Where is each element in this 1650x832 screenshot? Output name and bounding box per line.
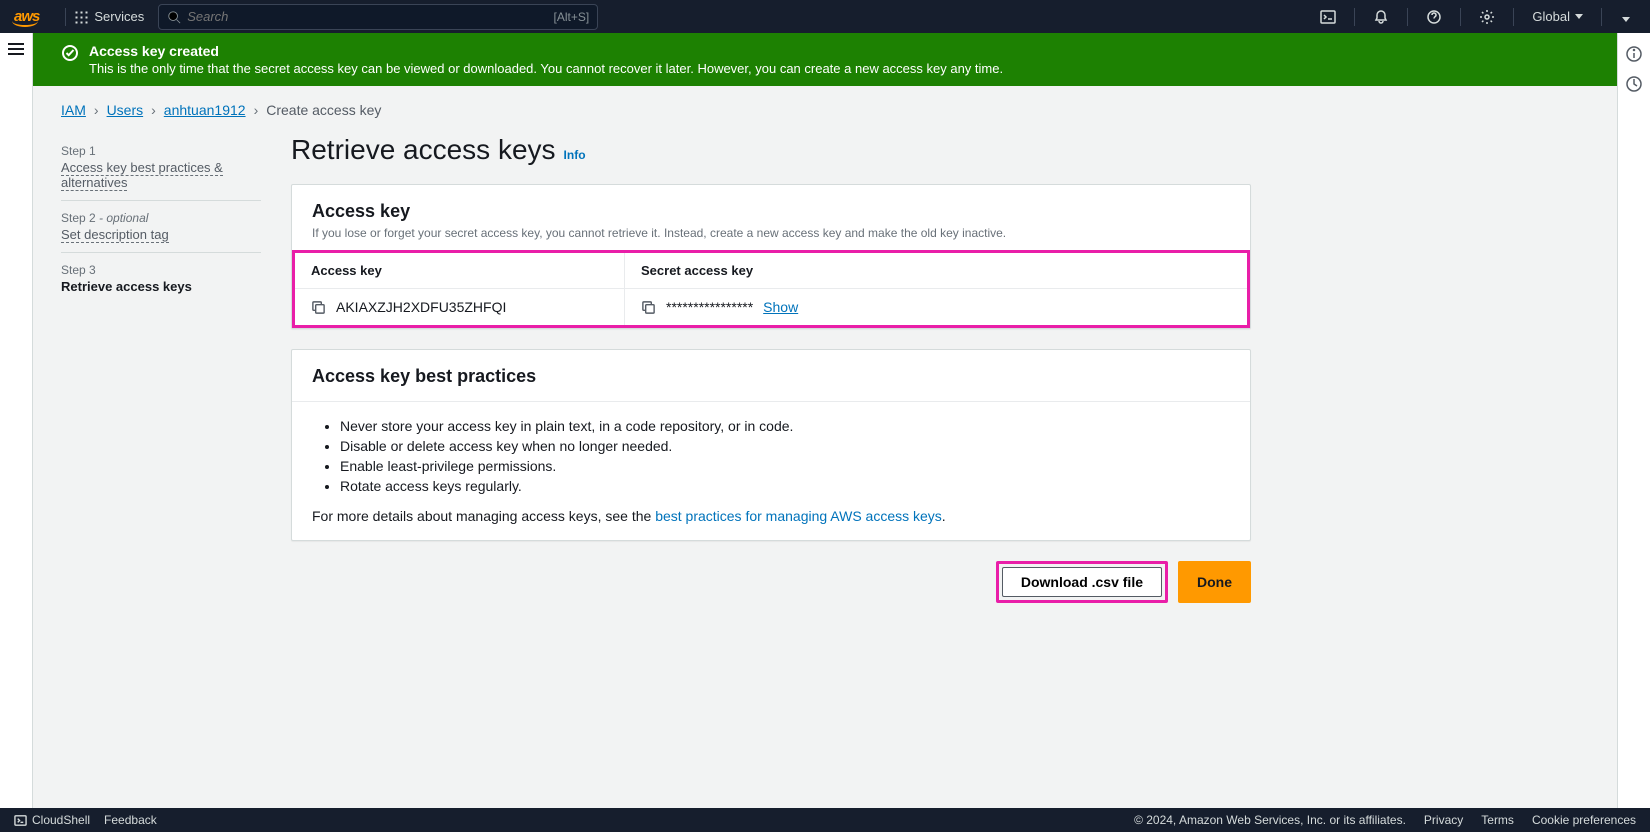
breadcrumb-users[interactable]: Users	[107, 102, 144, 118]
privacy-link[interactable]: Privacy	[1424, 813, 1463, 827]
col-header-secret: Secret access key	[625, 253, 1247, 289]
step-1: Step 1 Access key best practices & alter…	[61, 134, 261, 201]
page-title: Retrieve access keys	[291, 134, 556, 166]
region-label: Global	[1532, 9, 1570, 24]
step-label: Step 3	[61, 263, 261, 277]
step-label: Step 1	[61, 144, 261, 158]
copy-icon[interactable]	[641, 300, 656, 315]
key-table: Access key AKIAXZJH2XDFU35ZHFQI Secret a…	[295, 253, 1247, 325]
info-link[interactable]: Info	[564, 148, 586, 162]
services-menu[interactable]: Services	[74, 9, 144, 24]
search-box[interactable]: [Alt+S]	[158, 4, 598, 30]
cloudshell-icon[interactable]	[1310, 0, 1346, 33]
access-key-panel: Access key If you lose or forget your se…	[291, 184, 1251, 329]
success-banner: Access key created This is the only time…	[33, 33, 1617, 86]
main-area: Access key created This is the only time…	[0, 33, 1617, 808]
list-item: Enable least-privilege permissions.	[340, 458, 1230, 474]
breadcrumb: IAM › Users › anhtuan1912 › Create acces…	[61, 102, 1597, 118]
chevron-right-icon: ›	[94, 102, 99, 118]
help-icon[interactable]	[1416, 0, 1452, 33]
hamburger-icon[interactable]	[8, 43, 24, 55]
best-practices-list: Never store your access key in plain tex…	[312, 418, 1230, 494]
cookie-link[interactable]: Cookie preferences	[1532, 813, 1636, 827]
bell-icon[interactable]	[1363, 0, 1399, 33]
wizard-steps: Step 1 Access key best practices & alter…	[61, 134, 261, 603]
step-label: Step 2 - optional	[61, 211, 261, 225]
done-button[interactable]: Done	[1178, 561, 1251, 603]
left-gutter	[0, 33, 33, 808]
divider	[65, 8, 66, 26]
chevron-right-icon: ›	[151, 102, 156, 118]
list-item: Disable or delete access key when no lon…	[340, 438, 1230, 454]
banner-body: This is the only time that the secret ac…	[89, 61, 1003, 76]
list-item: Rotate access keys regularly.	[340, 478, 1230, 494]
more-info: For more details about managing access k…	[312, 508, 1230, 524]
step-2: Step 2 - optional Set description tag	[61, 201, 261, 253]
chevron-right-icon: ›	[254, 102, 259, 118]
terms-link[interactable]: Terms	[1481, 813, 1514, 827]
grid-icon	[74, 10, 88, 24]
panel-desc: If you lose or forget your secret access…	[312, 226, 1230, 240]
account-menu[interactable]	[1610, 9, 1642, 25]
access-key-value: AKIAXZJH2XDFU35ZHFQI	[336, 299, 506, 315]
right-rail	[1617, 33, 1650, 808]
access-key-column: Access key AKIAXZJH2XDFU35ZHFQI	[295, 253, 625, 325]
diagnostics-icon[interactable]	[1625, 75, 1643, 93]
banner-title: Access key created	[89, 43, 1003, 59]
search-icon	[167, 10, 181, 24]
step-3: Step 3 Retrieve access keys	[61, 253, 261, 304]
feedback-link[interactable]: Feedback	[104, 813, 157, 827]
step-2-name[interactable]: Set description tag	[61, 227, 169, 243]
top-nav: aws Services [Alt+S] Global	[0, 0, 1650, 33]
show-secret-link[interactable]: Show	[763, 299, 798, 315]
caret-down-icon	[1575, 14, 1583, 19]
caret-down-icon	[1622, 17, 1630, 22]
search-input[interactable]	[187, 9, 553, 24]
step-1-name[interactable]: Access key best practices & alternatives	[61, 160, 223, 191]
cloudshell-button[interactable]: CloudShell	[14, 813, 90, 827]
copyright: © 2024, Amazon Web Services, Inc. or its…	[1134, 813, 1406, 827]
aws-logo[interactable]: aws	[8, 8, 45, 25]
copy-icon[interactable]	[311, 300, 326, 315]
right-column: Retrieve access keys Info Access key If …	[291, 134, 1251, 603]
check-circle-icon	[61, 44, 79, 62]
breadcrumb-iam[interactable]: IAM	[61, 102, 86, 118]
footer: CloudShell Feedback © 2024, Amazon Web S…	[0, 808, 1650, 832]
action-buttons: Download .csv file Done	[291, 561, 1251, 603]
highlight-annotation: Access key AKIAXZJH2XDFU35ZHFQI Secret a…	[292, 250, 1250, 328]
services-label: Services	[94, 9, 144, 24]
panel-heading: Access key	[312, 201, 1230, 222]
breadcrumb-current: Create access key	[266, 102, 381, 118]
panel-heading: Access key best practices	[312, 366, 1230, 387]
best-practices-link[interactable]: best practices for managing AWS access k…	[655, 508, 942, 524]
secret-masked: ****************	[666, 299, 753, 315]
cloudshell-icon	[14, 814, 27, 827]
best-practices-panel: Access key best practices Never store yo…	[291, 349, 1251, 541]
info-panel-icon[interactable]	[1625, 45, 1643, 63]
main-column: Access key created This is the only time…	[33, 33, 1617, 808]
search-shortcut: [Alt+S]	[554, 10, 590, 24]
highlight-annotation: Download .csv file	[996, 561, 1168, 603]
content: IAM › Users › anhtuan1912 › Create acces…	[33, 86, 1617, 643]
secret-key-column: Secret access key **************** Show	[625, 253, 1247, 325]
region-selector[interactable]: Global	[1522, 9, 1593, 24]
download-csv-button[interactable]: Download .csv file	[1002, 567, 1162, 597]
col-header-access: Access key	[295, 253, 624, 289]
step-3-name: Retrieve access keys	[61, 279, 261, 294]
list-item: Never store your access key in plain tex…	[340, 418, 1230, 434]
breadcrumb-user[interactable]: anhtuan1912	[164, 102, 246, 118]
gear-icon[interactable]	[1469, 0, 1505, 33]
nav-right: Global	[1310, 0, 1642, 33]
